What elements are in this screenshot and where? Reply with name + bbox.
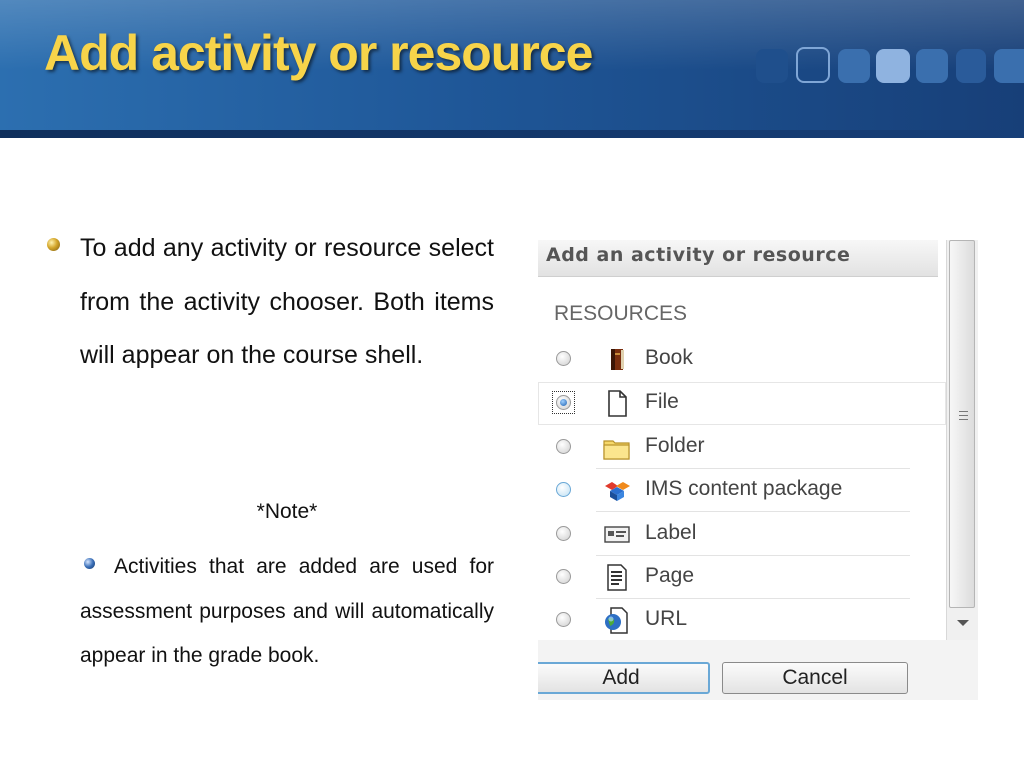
radio-button[interactable] bbox=[556, 526, 571, 541]
page-icon bbox=[607, 564, 627, 591]
note-heading: *Note* bbox=[256, 500, 318, 523]
header-decoration-square bbox=[916, 49, 948, 83]
option-book[interactable]: Book bbox=[538, 338, 910, 381]
cancel-button[interactable]: Cancel bbox=[722, 662, 908, 694]
folder-icon bbox=[603, 440, 630, 460]
book-icon bbox=[611, 349, 624, 370]
header-decoration-square bbox=[796, 47, 830, 83]
option-label: Folder bbox=[645, 434, 705, 457]
radio-button-checked[interactable] bbox=[556, 395, 571, 410]
header-decoration-square bbox=[956, 49, 986, 83]
row-separator bbox=[596, 511, 910, 512]
radio-button[interactable] bbox=[556, 439, 571, 454]
option-label-resource[interactable]: Label bbox=[538, 513, 910, 556]
option-label: Page bbox=[645, 564, 695, 587]
bullet-icon bbox=[47, 238, 60, 251]
scrollbar-thumb[interactable] bbox=[949, 240, 975, 608]
dialog-footer: Add Cancel bbox=[538, 640, 978, 700]
ims-package-icon bbox=[605, 482, 630, 501]
activity-chooser-dialog: Add an activity or resource RESOURCES Bo… bbox=[538, 240, 978, 700]
radio-button[interactable] bbox=[556, 569, 571, 584]
main-bullet-text: To add any activity or resource select f… bbox=[80, 234, 494, 369]
option-label: URL bbox=[645, 607, 688, 630]
radio-button[interactable] bbox=[556, 482, 571, 497]
scroll-down-arrow-icon[interactable] bbox=[957, 620, 969, 626]
header-decoration-square bbox=[994, 49, 1024, 83]
radio-button[interactable] bbox=[556, 612, 571, 627]
header-decoration-square bbox=[838, 49, 870, 83]
dialog-title: Add an activity or resource bbox=[546, 244, 851, 266]
file-icon bbox=[608, 390, 627, 417]
slide-title: Add activity or resource bbox=[44, 25, 593, 81]
label-icon bbox=[604, 526, 630, 543]
resources-heading: RESOURCES bbox=[554, 302, 688, 325]
sub-bullet-text: Activities that are added are used for a… bbox=[80, 555, 494, 667]
option-label: IMS content package bbox=[645, 477, 843, 500]
option-label: Book bbox=[645, 346, 693, 369]
slide-header: Add activity or resource bbox=[0, 0, 1024, 138]
header-decoration-square bbox=[756, 49, 788, 83]
option-page[interactable]: Page bbox=[538, 556, 910, 599]
url-icon bbox=[605, 607, 628, 634]
header-bottom-line bbox=[0, 130, 1024, 138]
option-label: File bbox=[645, 390, 679, 413]
radio-button[interactable] bbox=[556, 351, 571, 366]
option-file[interactable]: File bbox=[538, 382, 946, 425]
add-button[interactable]: Add bbox=[538, 662, 710, 694]
option-url[interactable]: URL bbox=[538, 599, 910, 642]
dialog-title-bar: Add an activity or resource bbox=[538, 240, 938, 277]
scroll-grip-icon bbox=[959, 411, 968, 423]
option-label: Label bbox=[645, 521, 697, 544]
option-ims-content-package[interactable]: IMS content package bbox=[538, 469, 910, 512]
dialog-scrollbar[interactable] bbox=[946, 240, 978, 640]
header-decoration-square bbox=[876, 49, 910, 83]
option-folder[interactable]: Folder bbox=[538, 426, 910, 469]
